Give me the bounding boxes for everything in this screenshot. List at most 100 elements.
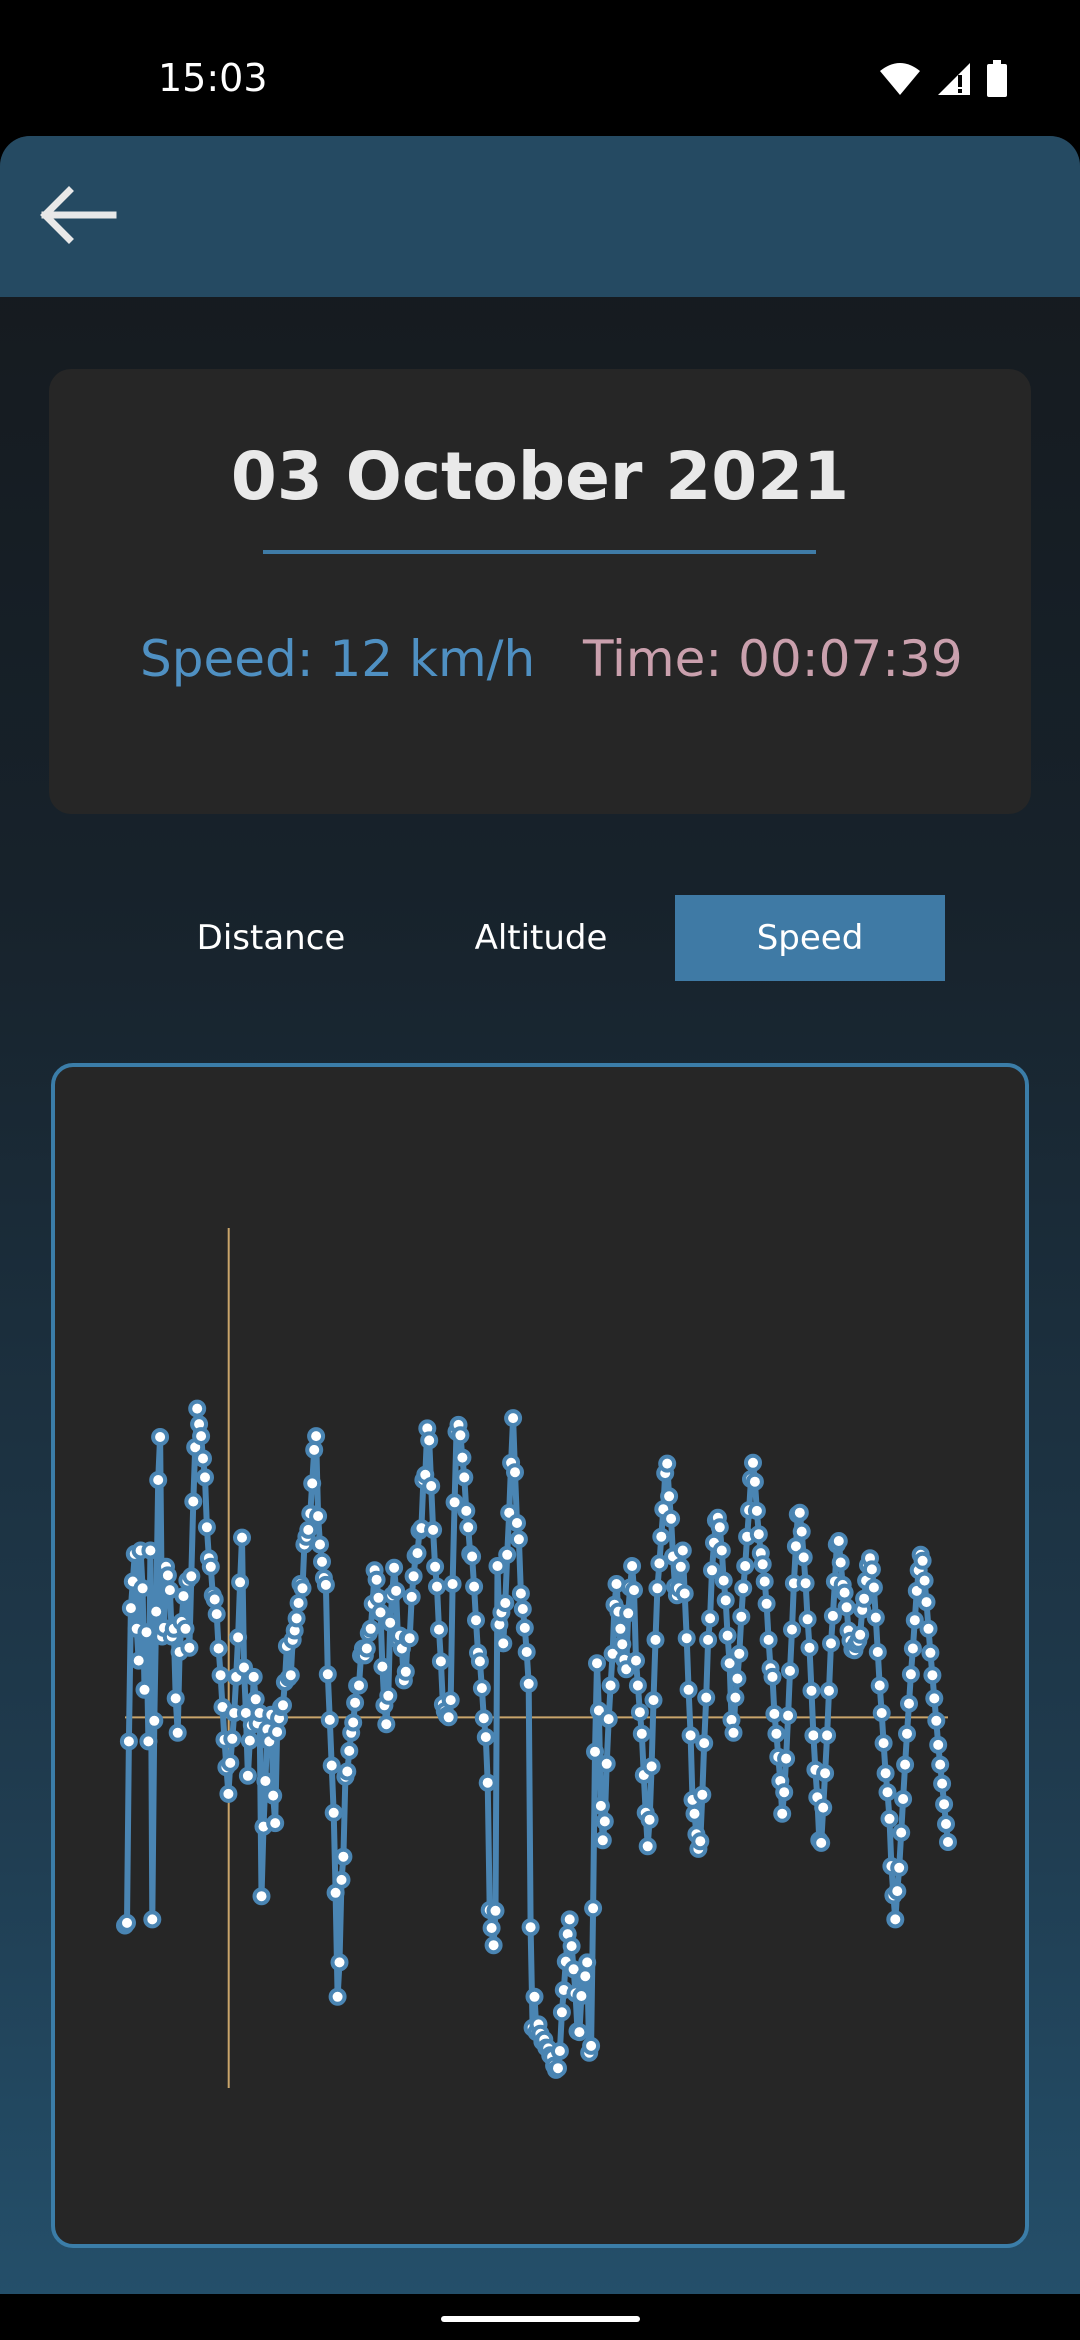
speed-data-point bbox=[484, 1936, 503, 1955]
speed-data-point bbox=[660, 1487, 679, 1506]
speed-data-point bbox=[777, 1749, 796, 1768]
speed-data-point bbox=[508, 1514, 526, 1532]
speed-data-point bbox=[467, 1611, 485, 1630]
speed-data-point bbox=[714, 1571, 733, 1590]
speed-data-point bbox=[408, 1544, 427, 1563]
speed-data-point bbox=[927, 1711, 946, 1730]
speed-data-point bbox=[231, 1573, 250, 1592]
speed-data-point bbox=[798, 1610, 817, 1629]
speed-data-point bbox=[820, 1681, 838, 1700]
speed-data-point bbox=[303, 1474, 322, 1493]
speed-data-point bbox=[318, 1665, 337, 1684]
speed-data-point bbox=[316, 1575, 335, 1594]
speed-data-point bbox=[781, 1661, 799, 1680]
speed-data-point bbox=[890, 1858, 909, 1877]
speed-data-point bbox=[576, 1967, 595, 1986]
speed-data-point bbox=[939, 1833, 957, 1851]
home-indicator[interactable] bbox=[441, 2316, 640, 2322]
speed-data-point bbox=[219, 1784, 238, 1803]
speed-data-point bbox=[794, 1548, 813, 1567]
speed-chart[interactable] bbox=[0, 0, 1080, 2340]
speed-data-point bbox=[675, 1584, 694, 1603]
speed-data-point bbox=[309, 1507, 328, 1526]
speed-data-point bbox=[143, 1910, 162, 1929]
speed-data-point bbox=[816, 1764, 835, 1783]
speed-data-point bbox=[837, 1598, 856, 1617]
speed-data-point bbox=[129, 1651, 148, 1670]
speed-data-point bbox=[646, 1630, 665, 1649]
speed-data-point bbox=[627, 1651, 645, 1670]
speed-data-point bbox=[328, 1987, 347, 2006]
speed-data-point bbox=[831, 1553, 850, 1572]
speed-data-point bbox=[878, 1783, 897, 1802]
speed-data-point bbox=[905, 1611, 924, 1630]
speed-data-point bbox=[802, 1681, 821, 1700]
speed-data-point bbox=[872, 1704, 891, 1722]
speed-data-point bbox=[648, 1579, 667, 1598]
speed-data-point bbox=[381, 1613, 400, 1632]
speed-data-point bbox=[744, 1453, 762, 1472]
speed-data-point bbox=[322, 1756, 341, 1775]
speed-data-point bbox=[377, 1715, 396, 1734]
speed-data-point bbox=[121, 1599, 140, 1618]
speed-data-point bbox=[513, 1600, 532, 1618]
speed-data-point bbox=[759, 1630, 778, 1649]
speed-data-point bbox=[900, 1694, 918, 1713]
speed-data-point bbox=[767, 1724, 786, 1743]
speed-data-point bbox=[344, 1713, 363, 1732]
speed-data-point bbox=[320, 1710, 339, 1729]
speed-data-point bbox=[937, 1815, 955, 1833]
speed-data-point bbox=[864, 1578, 883, 1597]
speed-data-point bbox=[511, 1584, 530, 1603]
speed-data-point bbox=[578, 1953, 597, 1972]
speed-data-point bbox=[829, 1532, 848, 1550]
speed-data-point bbox=[168, 1723, 187, 1742]
speed-data-point bbox=[611, 1619, 630, 1638]
speed-data-point bbox=[896, 1755, 915, 1774]
speed-data-point bbox=[465, 1577, 484, 1596]
speed-data-point bbox=[515, 1618, 534, 1637]
speed-data-point bbox=[268, 1723, 287, 1741]
speed-data-point bbox=[197, 1518, 216, 1537]
speed-data-point bbox=[350, 1676, 368, 1695]
speed-data-point bbox=[287, 1609, 306, 1628]
speed-data-point bbox=[874, 1734, 893, 1753]
speed-data-point bbox=[625, 1581, 643, 1600]
speed-data-point bbox=[552, 2003, 571, 2022]
speed-data-point bbox=[137, 1623, 156, 1642]
speed-data-point bbox=[474, 1709, 493, 1728]
speed-data-point bbox=[562, 1937, 581, 1956]
speed-data-point bbox=[357, 1639, 376, 1658]
speed-data-point bbox=[379, 1686, 398, 1705]
speed-data-point bbox=[135, 1680, 154, 1699]
speed-data-point bbox=[623, 1557, 642, 1575]
speed-data-point bbox=[716, 1591, 735, 1610]
speed-data-point bbox=[876, 1764, 895, 1783]
speed-data-point bbox=[913, 1551, 932, 1570]
speed-data-point bbox=[866, 1608, 885, 1627]
speed-data-point bbox=[504, 1409, 523, 1428]
speed-data-point bbox=[763, 1667, 782, 1686]
speed-data-point bbox=[240, 1731, 259, 1750]
speed-data-point bbox=[685, 1804, 704, 1823]
speed-data-point bbox=[712, 1541, 731, 1560]
speed-data-point bbox=[369, 1588, 388, 1607]
speed-data-point bbox=[404, 1567, 423, 1586]
speed-data-point bbox=[681, 1726, 700, 1745]
speed-data-point bbox=[638, 1837, 657, 1856]
speed-data-point bbox=[311, 1535, 329, 1554]
speed-data-point bbox=[779, 1706, 798, 1725]
speed-data-point bbox=[139, 1732, 158, 1751]
speed-data-point bbox=[642, 1757, 661, 1776]
speed-data-point bbox=[892, 1823, 911, 1842]
speed-data-point bbox=[509, 1530, 528, 1549]
speed-data-point bbox=[658, 1454, 677, 1473]
speed-data-point bbox=[211, 1666, 230, 1685]
speed-data-point bbox=[582, 2036, 601, 2055]
speed-data-point bbox=[184, 1492, 203, 1511]
speed-data-point bbox=[757, 1594, 776, 1613]
speed-data-point bbox=[521, 1918, 540, 1937]
speed-data-point bbox=[313, 1552, 331, 1571]
speed-data-point bbox=[192, 1427, 211, 1446]
speed-data-point bbox=[753, 1555, 772, 1574]
